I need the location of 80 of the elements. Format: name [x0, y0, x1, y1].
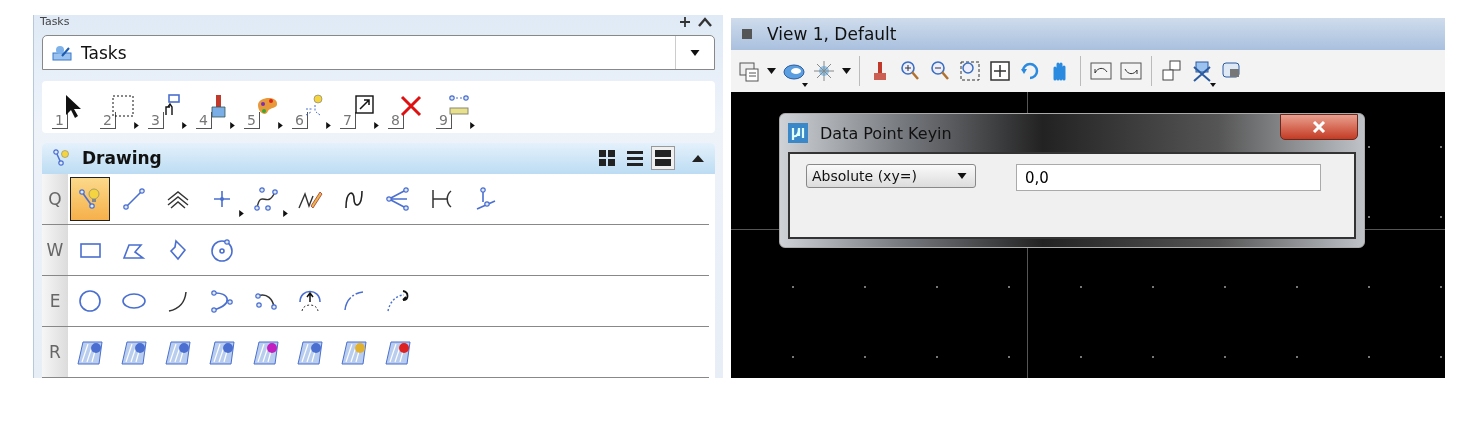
task-tool-button[interactable]: 5 — [244, 84, 290, 129]
hatch-icon — [253, 339, 279, 365]
window-icon — [741, 28, 753, 40]
spline-points-icon — [253, 186, 279, 212]
grid-view-icon[interactable] — [597, 148, 617, 169]
hatch-icon — [209, 339, 235, 365]
row-shortcut-key: E — [42, 276, 68, 326]
detail-view-icon[interactable] — [653, 148, 673, 169]
hatch-icon — [341, 339, 367, 365]
flyout-arrow-icon — [229, 121, 235, 129]
task-tool-button[interactable]: 2 — [100, 84, 146, 129]
dropdown-arrow-icon[interactable] — [1210, 83, 1216, 87]
task-dropdown[interactable]: Tasks — [42, 35, 715, 71]
tool-number: 5 — [244, 111, 260, 129]
list-view-icon[interactable] — [625, 148, 645, 169]
dialog-title: Data Point Keyin — [820, 123, 953, 143]
circle-icon — [77, 288, 103, 314]
dropdown-arrow-icon[interactable] — [802, 83, 808, 87]
flyout-arrow-icon — [239, 210, 244, 217]
flyout-arrow-icon — [181, 121, 187, 129]
panel-title: Tasks — [40, 15, 70, 28]
fan-lines-icon — [385, 186, 411, 212]
close-icon — [1312, 121, 1326, 133]
dropdown-arrow-icon[interactable] — [690, 49, 700, 56]
hatch-icon — [165, 339, 191, 365]
task-tool-button[interactable]: 9 — [436, 84, 482, 129]
dotted-arc-arrow-icon — [385, 288, 411, 314]
line-icon — [121, 186, 147, 212]
tool-number: 3 — [148, 111, 164, 129]
view-title: View 1, Default — [767, 24, 897, 44]
copy-view-icon[interactable] — [1160, 59, 1184, 83]
pin-icon[interactable] — [679, 15, 691, 28]
hatch-icon — [77, 339, 103, 365]
tool-number: 2 — [100, 111, 116, 129]
flyout-arrow-icon — [133, 121, 139, 129]
collapse-icon[interactable] — [691, 153, 705, 164]
collapse-icon[interactable] — [697, 15, 713, 28]
tool-button[interactable] — [70, 177, 110, 221]
app-logo-icon — [788, 123, 808, 143]
dashed-rectangle-icon — [109, 92, 136, 119]
tasks-icon — [51, 43, 73, 62]
task-tool-button[interactable]: 4 — [196, 84, 242, 129]
task-tool-button[interactable]: 6 — [292, 84, 338, 129]
tool-number: 6 — [292, 111, 308, 129]
dropdown-arrow-icon[interactable] — [767, 68, 776, 74]
row-shortcut-key: W — [42, 225, 68, 275]
dropdown-value: Tasks — [81, 42, 128, 63]
section-title: Drawing — [82, 148, 163, 169]
flyout-arrow-icon — [469, 121, 475, 129]
next-view-icon[interactable] — [1119, 59, 1143, 83]
row-shortcut-key: R — [42, 327, 68, 377]
tool-number: 8 — [388, 111, 404, 129]
row-shortcut-key: Q — [42, 174, 68, 224]
task-tool-button[interactable]: 8 — [388, 84, 434, 129]
task-tool-button[interactable]: 1 — [52, 84, 98, 129]
task-tool-button[interactable]: 7 — [340, 84, 386, 129]
arc-points-icon — [209, 288, 235, 314]
flyout-arrow-icon — [373, 121, 379, 129]
hatch-icon — [121, 339, 147, 365]
fit-view-icon[interactable] — [988, 59, 1012, 83]
close-button[interactable] — [1280, 114, 1358, 140]
flyout-arrow-icon — [283, 210, 288, 217]
hatch-icon — [385, 339, 411, 365]
element-selection-icon — [77, 186, 103, 212]
section-header[interactable]: Drawing — [42, 142, 715, 174]
previous-view-icon[interactable] — [1089, 59, 1113, 83]
dropdown-arrow-icon[interactable] — [842, 68, 851, 74]
flyout-arrow-icon — [277, 121, 283, 129]
tool-number: 7 — [340, 111, 356, 129]
mode-dropdown[interactable]: Absolute (xy=) — [806, 164, 976, 188]
view-groups-icon[interactable] — [737, 59, 761, 83]
element-selection-icon — [52, 148, 72, 169]
circle-point-icon — [209, 237, 235, 263]
dropdown-arrow-icon — [957, 173, 967, 179]
window-area-icon[interactable] — [958, 59, 982, 83]
flyout-arrow-icon — [325, 121, 331, 129]
coordinate-field[interactable]: 0,0 — [1016, 164, 1321, 191]
hatch-icon — [297, 339, 323, 365]
task-tool-button[interactable]: 3 — [148, 84, 194, 129]
arc-arrow-icon — [297, 288, 323, 314]
